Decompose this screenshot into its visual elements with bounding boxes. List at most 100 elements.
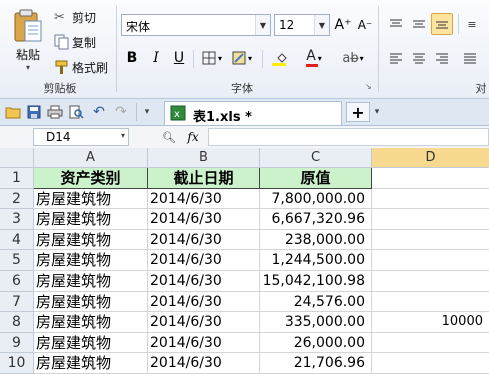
cell-c-7[interactable]: 24,576.00 [260,291,372,313]
cell-a-1[interactable]: 资产类别 [34,168,148,189]
row-header[interactable]: 2 [0,188,34,210]
copy-button[interactable]: 复制 [54,33,106,51]
customize-toolbar-button[interactable]: ▾ [140,103,154,121]
redo-button[interactable]: ↷ [112,103,130,121]
align-middle-button[interactable] [409,14,429,34]
cell-d-9[interactable] [372,333,489,354]
cell-d-1[interactable] [372,168,489,189]
align-center-button[interactable] [409,48,429,68]
open-button[interactable] [4,103,22,121]
underline-button[interactable]: U [170,48,188,68]
cell-a-3[interactable]: 房屋建筑物 [34,209,148,230]
column-header-d[interactable]: D [372,148,489,168]
cell-a-7[interactable]: 房屋建筑物 [34,291,148,313]
column-header-a[interactable]: A [34,148,148,168]
align-right-button[interactable] [432,48,452,68]
row-header[interactable]: 7 [0,291,34,313]
align-left-button[interactable] [386,48,406,68]
cell-c-10[interactable]: 21,706.96 [260,353,372,374]
align-bottom-button[interactable] [431,13,453,35]
font-color-button[interactable]: A ▾ [300,48,328,68]
justify-button[interactable] [460,48,480,68]
cell-c-1[interactable]: 原值 [260,168,372,189]
shrink-font-button[interactable]: A⁻ [356,15,374,35]
cell-d-3[interactable] [372,209,489,230]
print-button[interactable] [46,103,64,121]
cell-a-9[interactable]: 房屋建筑物 [34,332,148,354]
group-separator [193,50,194,68]
row-header[interactable]: 10 [0,353,34,374]
cell-c-5[interactable]: 1,244,500.00 [260,250,372,271]
copy-icon [54,34,69,50]
undo-button[interactable]: ↶ [90,103,108,121]
cell-c-4[interactable]: 238,000.00 [260,229,372,251]
cell-c-6[interactable]: 15,042,100.98 [260,271,372,292]
row-header[interactable]: 9 [0,332,34,354]
save-button[interactable] [25,103,43,121]
cell-d-2[interactable] [372,189,489,210]
cell-b-3[interactable]: 2014/6/30 [148,209,260,230]
cut-button[interactable]: ✂ 剪切 [54,8,106,26]
print-preview-button[interactable] [67,103,85,121]
insert-function-button[interactable]: fx [184,128,202,146]
cell-b-10[interactable]: 2014/6/30 [148,353,260,374]
cell-d-6[interactable] [372,271,489,292]
new-tab-button[interactable]: + [346,102,370,122]
borders-button[interactable]: ▾ [198,48,226,68]
select-all-corner[interactable] [0,148,34,168]
cell-b-1[interactable]: 截止日期 [148,168,260,189]
cell-d-8[interactable]: 10000 [372,312,489,333]
column-header-b[interactable]: B [148,148,260,168]
cell-b-4[interactable]: 2014/6/30 [148,229,260,251]
italic-button[interactable]: I [147,48,165,68]
cell-d-10[interactable] [372,353,489,374]
row-header[interactable]: 4 [0,229,34,251]
name-box[interactable]: D14 ▾ [33,128,129,146]
font-name-select[interactable]: 宋体 ▼ [121,14,271,36]
row-header[interactable]: 1 [0,168,34,189]
fill-style-button[interactable]: ▾ [228,48,256,68]
cell-a-2[interactable]: 房屋建筑物 [34,188,148,210]
cell-c-3[interactable]: 6,667,320.96 [260,209,372,230]
tab-list-button[interactable]: ▾ [371,102,383,122]
cell-b-5[interactable]: 2014/6/30 [148,250,260,271]
formula-input[interactable] [208,128,489,146]
cell-b-7[interactable]: 2014/6/30 [148,291,260,313]
find-function-button[interactable]: 🔍︎ [160,128,178,146]
cell-b-6[interactable]: 2014/6/30 [148,271,260,292]
format-painter-button[interactable]: 格式刷 [54,58,112,76]
cell-d-7[interactable] [372,292,489,313]
orientation-button[interactable]: ≡ [462,14,482,34]
cell-b-8[interactable]: 2014/6/30 [148,312,260,333]
cell-d-4[interactable] [372,230,489,251]
cell-a-4[interactable]: 房屋建筑物 [34,229,148,251]
row-header[interactable]: 8 [0,312,34,333]
column-header-c[interactable]: C [260,148,372,168]
cell-c-8[interactable]: 335,000.00 [260,312,372,333]
row-header[interactable]: 3 [0,209,34,230]
undo-icon: ↶ [93,104,105,120]
row-header[interactable]: 6 [0,271,34,292]
redo-icon: ↷ [115,104,127,120]
cell-a-5[interactable]: 房屋建筑物 [34,250,148,271]
row-header[interactable]: 5 [0,250,34,271]
dialog-launcher-icon[interactable]: ↘ [365,82,372,91]
cell-c-2[interactable]: 7,800,000.00 [260,188,372,210]
cell-a-8[interactable]: 房屋建筑物 [34,312,148,333]
cell-c-9[interactable]: 26,000.00 [260,332,372,354]
bold-button[interactable]: B [123,48,141,68]
cell-b-2[interactable]: 2014/6/30 [148,188,260,210]
grow-font-button[interactable]: A⁺ [334,15,352,35]
formula-bar: D14 ▾ 🔍︎ fx [0,126,489,149]
highlight-color-button[interactable] [268,48,296,68]
font-size-select[interactable]: 12 ▼ [274,14,330,36]
cell-d-5[interactable] [372,250,489,271]
cell-a-6[interactable]: 房屋建筑物 [34,271,148,292]
cell-b-9[interactable]: 2014/6/30 [148,332,260,354]
file-tab[interactable]: x 表1.xls * [164,101,342,125]
chevron-down-icon: ▾ [247,53,252,63]
align-top-button[interactable] [386,14,406,34]
cell-a-10[interactable]: 房屋建筑物 [34,353,148,374]
special-format-button[interactable]: ab̶ ▾ [338,48,368,68]
paste-button[interactable]: 粘贴 ▾ [6,4,50,76]
